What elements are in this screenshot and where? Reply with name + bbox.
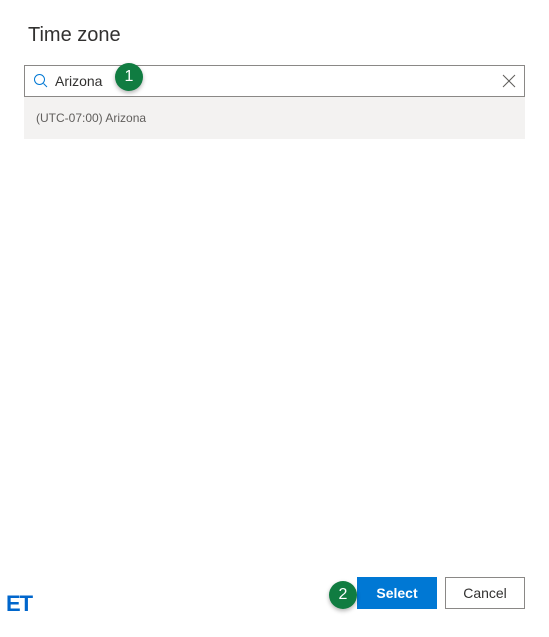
search-icon — [33, 73, 49, 89]
footer: Select Cancel — [357, 577, 525, 609]
annotation-badge-1: 1 — [115, 63, 143, 91]
watermark: ET — [6, 591, 32, 617]
search-container — [24, 65, 525, 97]
close-icon[interactable] — [502, 74, 516, 88]
cancel-button[interactable]: Cancel — [445, 577, 525, 609]
results-list: (UTC-07:00) Arizona — [24, 97, 525, 139]
page-title: Time zone — [0, 0, 549, 47]
select-button[interactable]: Select — [357, 577, 437, 609]
annotation-badge-2: 2 — [329, 581, 357, 609]
list-item-label: (UTC-07:00) Arizona — [36, 111, 146, 125]
list-item[interactable]: (UTC-07:00) Arizona — [24, 97, 525, 139]
search-box[interactable] — [24, 65, 525, 97]
